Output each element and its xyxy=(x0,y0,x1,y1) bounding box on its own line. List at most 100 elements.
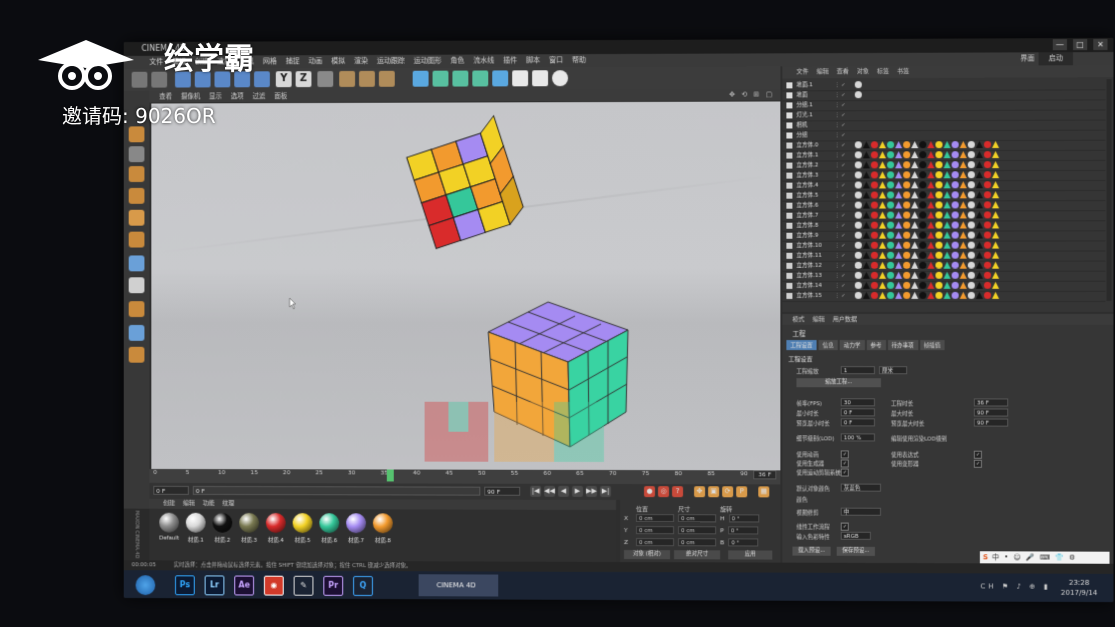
next-key-icon[interactable]: ▶▶ xyxy=(586,485,598,497)
material-tag-icon[interactable] xyxy=(951,241,959,249)
menu-item[interactable]: 运动图形 xyxy=(414,55,442,68)
texture-tag-icon[interactable] xyxy=(992,151,999,158)
attribute-menu-item[interactable]: 编辑 xyxy=(813,314,825,325)
material-tag-icon[interactable] xyxy=(903,231,911,239)
texture-tag-icon[interactable] xyxy=(927,232,934,239)
texture-tag-icon[interactable] xyxy=(895,282,902,289)
coord-rotation-field[interactable]: 0 ° xyxy=(728,538,759,547)
polygons-mode-icon[interactable] xyxy=(128,231,145,248)
texture-tag-icon[interactable] xyxy=(992,262,999,269)
ime-toolbar[interactable]: S 中 • ☺ 🎤 ⌨ 👕 ⚙ xyxy=(979,551,1110,564)
default-color-select[interactable]: 灰蓝色 xyxy=(840,483,881,492)
menu-item[interactable]: 角色 xyxy=(450,55,464,68)
material-tag-icon[interactable] xyxy=(983,171,992,179)
texture-tag-icon[interactable] xyxy=(992,252,999,259)
texture-tag-icon[interactable] xyxy=(863,222,870,229)
material-tag-icon[interactable] xyxy=(887,141,895,149)
material-tag-icon[interactable] xyxy=(854,191,862,199)
material-tag-icon[interactable] xyxy=(935,191,943,199)
texture-tag-icon[interactable] xyxy=(927,222,934,229)
texture-tag-icon[interactable] xyxy=(863,282,870,289)
coord-position-field[interactable]: 0 cm xyxy=(636,514,675,523)
material-tag-icon[interactable] xyxy=(854,251,862,259)
object-visibility-icon[interactable]: ⋮ ✓ xyxy=(835,170,846,180)
coord-rotation-field[interactable]: 0 ° xyxy=(727,526,758,535)
material-tag-icon[interactable] xyxy=(887,221,895,229)
texture-tag-icon[interactable] xyxy=(960,232,967,239)
material-tag-icon[interactable] xyxy=(854,181,862,189)
material-tag-icon[interactable] xyxy=(919,251,927,259)
texture-tag-icon[interactable] xyxy=(863,202,870,209)
texture-tag-icon[interactable] xyxy=(976,221,983,228)
texture-tag-icon[interactable] xyxy=(927,292,934,299)
texture-tag-icon[interactable] xyxy=(927,201,934,208)
material-tag-icon[interactable] xyxy=(983,191,992,199)
auto-keyframe-icon[interactable]: ◎ xyxy=(658,486,670,498)
material-tag-icon[interactable] xyxy=(967,281,975,289)
attribute-tab[interactable]: 信息 xyxy=(818,340,838,351)
menu-item[interactable]: 脚本 xyxy=(526,54,540,67)
material-tag-icon[interactable] xyxy=(935,271,943,279)
material-tag-icon[interactable] xyxy=(967,171,975,179)
texture-tag-icon[interactable] xyxy=(976,141,983,148)
texture-tag-icon[interactable] xyxy=(863,161,870,168)
texture-tag-icon[interactable] xyxy=(927,171,934,178)
material-tag-icon[interactable] xyxy=(951,221,959,229)
perspective-viewport[interactable] xyxy=(151,101,781,471)
material-tag-icon[interactable] xyxy=(935,151,943,159)
layout-selector[interactable]: 界面 启动 xyxy=(1020,52,1074,66)
object-visibility-icon[interactable]: ⋮ ✓ xyxy=(835,80,846,90)
texture-tag-icon[interactable] xyxy=(863,262,870,269)
material-menu-item[interactable]: 创建 xyxy=(163,499,175,509)
ime-item[interactable]: 中 xyxy=(992,551,999,563)
viewport-menu-item[interactable]: 选项 xyxy=(231,90,244,102)
material-tag-icon[interactable] xyxy=(967,151,975,159)
material-tag-icon[interactable] xyxy=(854,161,862,169)
material-tag-icon[interactable] xyxy=(935,161,943,169)
points-mode-icon[interactable] xyxy=(128,187,145,204)
texture-tag-icon[interactable] xyxy=(944,211,951,218)
material-tag-icon[interactable] xyxy=(919,181,927,189)
texture-tag-icon[interactable] xyxy=(976,252,983,259)
attribute-checkbox[interactable]: ✓ xyxy=(840,468,849,477)
menu-item[interactable]: 运动跟踪 xyxy=(377,55,405,68)
texture-tag-icon[interactable] xyxy=(895,161,902,168)
material-tag-icon[interactable] xyxy=(935,261,943,269)
material-tag-icon[interactable] xyxy=(887,171,895,179)
material-tag-icon[interactable] xyxy=(983,161,992,169)
texture-tag-icon[interactable] xyxy=(863,252,870,259)
texture-tag-icon[interactable] xyxy=(992,161,999,168)
texture-tag-icon[interactable] xyxy=(960,181,967,188)
material-tag-icon[interactable] xyxy=(870,191,878,199)
lod-field[interactable]: 100 % xyxy=(840,433,875,442)
material-tag-icon[interactable] xyxy=(887,261,895,269)
material-tag-icon[interactable] xyxy=(903,271,911,279)
viewport-menu-item[interactable]: 面板 xyxy=(274,90,287,102)
coordinate-system-icon[interactable] xyxy=(317,71,334,88)
texture-tag-icon[interactable] xyxy=(911,181,918,188)
axis-mode-icon[interactable] xyxy=(128,255,145,272)
material-tag-icon[interactable] xyxy=(951,181,959,189)
object-visibility-icon[interactable]: ⋮ ✓ xyxy=(835,231,846,241)
material-tag-icon[interactable] xyxy=(854,201,862,209)
material-tag-icon[interactable] xyxy=(983,211,992,219)
texture-tag-icon[interactable] xyxy=(895,272,902,279)
texture-tag-icon[interactable] xyxy=(895,212,902,219)
coord-size-field[interactable]: 0 cm xyxy=(678,526,717,535)
object-visibility-icon[interactable]: ⋮ ✓ xyxy=(835,140,846,150)
texture-tag-icon[interactable] xyxy=(879,141,886,148)
texture-tag-icon[interactable] xyxy=(879,292,886,299)
layout-value[interactable]: 启动 xyxy=(1038,52,1074,66)
object-visibility-icon[interactable]: ⋮ ✓ xyxy=(835,150,846,160)
texture-tag-icon[interactable] xyxy=(976,161,983,168)
texture-tag-icon[interactable] xyxy=(927,252,934,259)
material-tag-icon[interactable] xyxy=(967,181,975,189)
material-tag-icon[interactable] xyxy=(951,161,959,169)
material-tag-icon[interactable] xyxy=(951,281,959,289)
coord-mode-select[interactable]: 对象 (相对) xyxy=(623,550,671,560)
linear-workflow-checkbox[interactable]: ✓ xyxy=(840,522,849,531)
material-tag-icon[interactable] xyxy=(919,271,927,279)
texture-tag-icon[interactable] xyxy=(879,161,886,168)
timeline-window-icon[interactable]: ▦ xyxy=(758,486,770,498)
menu-item[interactable]: 帮助 xyxy=(572,54,586,67)
